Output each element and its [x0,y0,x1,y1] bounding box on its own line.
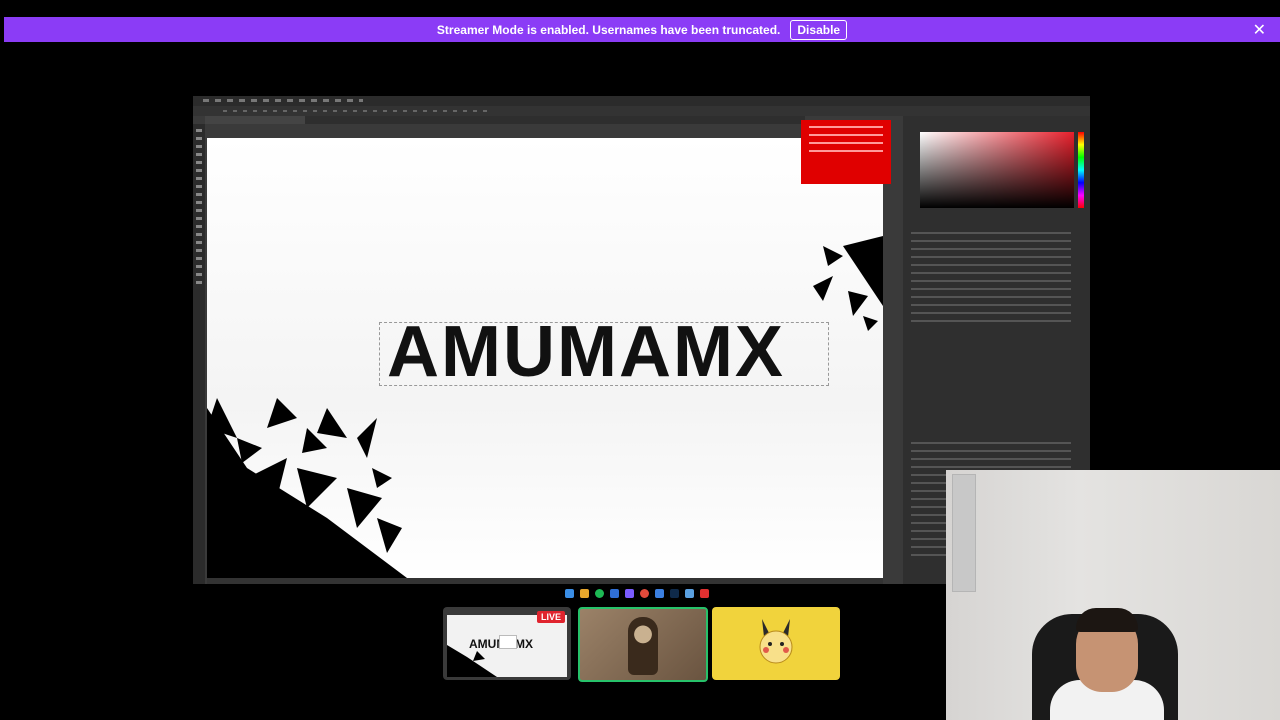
streamer-mode-banner: Streamer Mode is enabled. Usernames have… [4,17,1280,42]
color-picker-field[interactable] [920,132,1074,208]
photoshop-options-bar [193,106,1090,116]
taskbar [565,587,720,599]
photoshop-toolbar [193,124,205,584]
notification-popup[interactable] [801,120,891,184]
chrome-icon[interactable] [640,588,649,598]
close-icon[interactable]: ✕ [1253,20,1266,40]
photoshop-icon[interactable] [670,588,679,598]
live-badge: LIVE [536,611,565,623]
person-hair [1076,608,1138,632]
photoshop-status-bar [207,578,883,584]
properties-panel [911,226,1071,322]
photoshop-canvas: AMUMAMX [207,138,883,578]
folder-icon[interactable] [580,588,589,598]
participant-video [628,617,658,675]
disable-streamer-mode-button[interactable]: Disable [790,19,848,40]
participant-camera-thumbnail[interactable] [578,607,708,682]
windows-icon[interactable] [565,588,574,598]
shard-graphic-bottom-left [207,398,407,578]
app-icon[interactable] [625,588,634,598]
photoshop-menubar [193,96,1090,106]
spotify-icon[interactable] [595,588,604,598]
streamer-mode-message: Streamer Mode is enabled. Usernames have… [436,22,781,37]
app-icon[interactable] [700,588,709,598]
webcam-feed [946,470,1280,720]
photoshop-document-tabs [205,116,805,124]
pikachu-avatar-icon [759,619,793,664]
background-window [952,474,976,592]
screen-share-icon [499,635,517,649]
screen-share-thumbnail[interactable]: LIVE AMUMAMX [443,607,571,680]
participant-avatar-thumbnail[interactable] [712,607,840,680]
shard-graphic-top-right [813,236,883,331]
app-icon[interactable] [655,588,664,598]
app-icon[interactable] [610,588,619,598]
app-icon[interactable] [685,588,694,598]
hue-slider[interactable] [1078,132,1084,208]
canvas-text: AMUMAMX [387,312,785,392]
